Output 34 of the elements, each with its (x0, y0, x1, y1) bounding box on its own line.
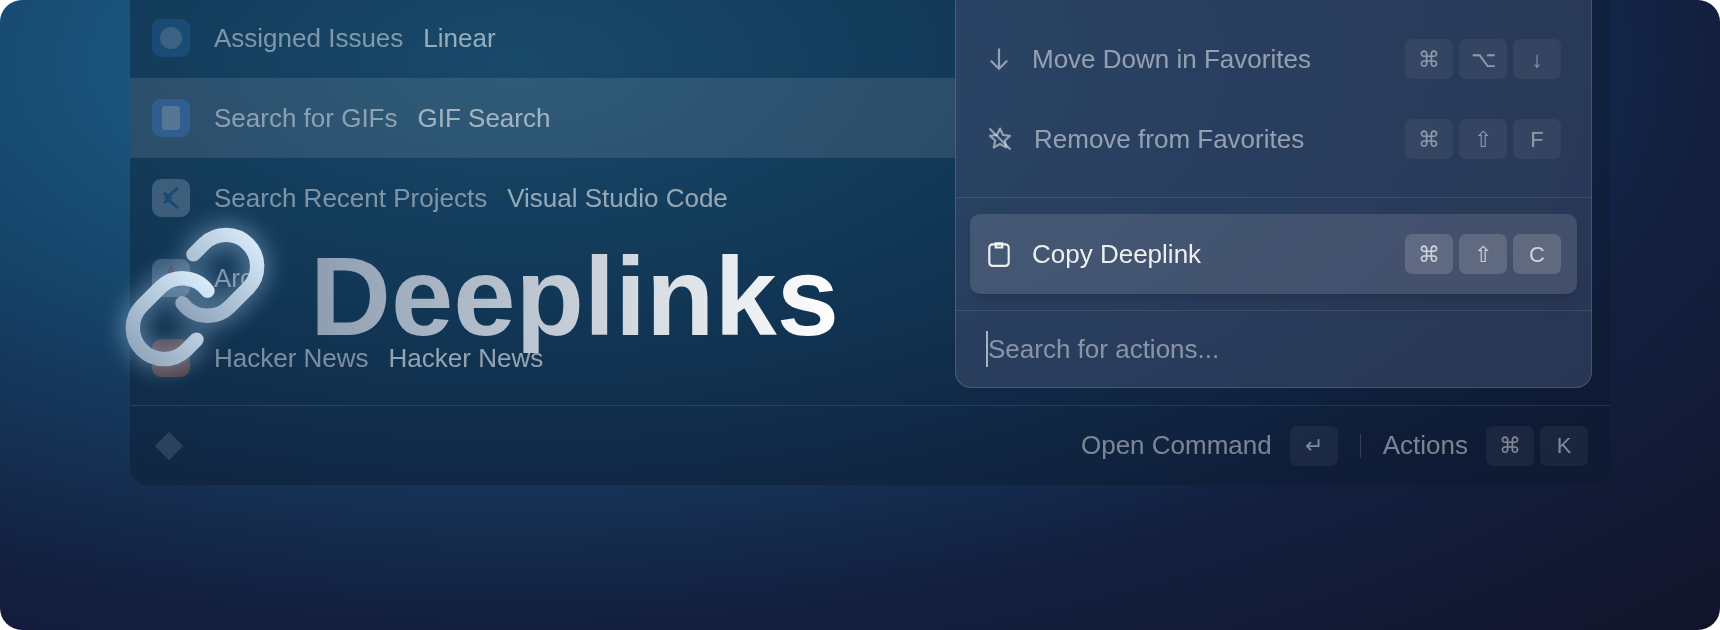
keyboard-key: C (1513, 234, 1561, 274)
item-subtitle: Linear (423, 21, 496, 55)
keyboard-key: ⇧ (1459, 119, 1507, 159)
list-item[interactable]: Assigned Issues Linear (130, 0, 518, 78)
square-icon (152, 339, 190, 377)
keyboard-key: ⌘ (1405, 234, 1453, 274)
footer-action-label[interactable]: Open Command (1080, 426, 1272, 465)
action-item[interactable]: Move Down in Favorites ⌘ ⌥ ↓ (956, 19, 1591, 99)
item-subtitle: Visual Studio Code (507, 181, 728, 215)
keyboard-key: ⌘ (1486, 425, 1534, 466)
list-item[interactable]: Search for GIFs GIF Search (130, 78, 955, 158)
item-title: Search for GIFs (214, 101, 398, 135)
keyboard-key: ⌥ (1459, 39, 1507, 79)
gif-document-icon (152, 99, 190, 137)
keyboard-key: F (1513, 119, 1561, 159)
keyboard-key: K (1540, 425, 1588, 466)
item-subtitle: GIF Search (417, 101, 551, 135)
app-icon (152, 259, 190, 297)
action-item[interactable]: Remove from Favorites ⌘ ⇧ F (956, 99, 1591, 179)
keyboard-key: ↵ (1289, 425, 1338, 466)
action-item[interactable]: Copy Deeplink ⌘ ⇧ C (970, 214, 1577, 294)
circle-logo-icon (152, 19, 190, 57)
keyboard-key: ⌘ (1405, 39, 1453, 79)
search-field[interactable]: Search for actions... (988, 329, 1561, 369)
clipboard-icon (986, 240, 1012, 268)
keyboard-key: ↓ (1513, 39, 1561, 79)
keyboard-key: ⇧ (1459, 234, 1507, 274)
keyboard-key: ⌘ (1405, 119, 1453, 159)
crossed-star-icon (986, 125, 1014, 153)
code-editor-icon (152, 179, 190, 217)
item-title: Search Recent Projects (214, 181, 488, 215)
list-item[interactable]: Search Recent Projects Visual Studio Code (130, 158, 750, 238)
footer-action-label[interactable]: Actions (1382, 426, 1468, 465)
item-title: Assigned Issues (214, 21, 404, 55)
